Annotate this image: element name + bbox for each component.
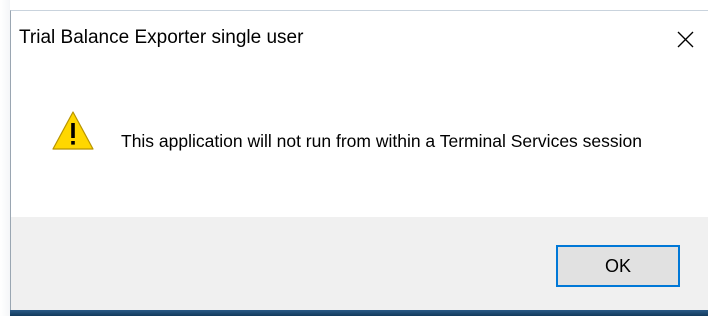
taskbar-strip [10,310,708,316]
dialog-content: This application will not run from withi… [11,65,708,217]
dialog-title: Trial Balance Exporter single user [19,27,304,48]
background-edge [0,0,10,316]
dialog-message: This application will not run from withi… [121,131,643,151]
warning-icon [52,111,94,150]
close-icon [677,31,694,48]
message-dialog: Trial Balance Exporter single user This … [10,10,708,310]
screen: Trial Balance Exporter single user This … [0,0,708,316]
title-bar[interactable]: Trial Balance Exporter single user [11,11,708,65]
dialog-footer: OK [11,217,708,310]
close-button[interactable] [661,17,708,61]
ok-button[interactable]: OK [556,245,680,287]
